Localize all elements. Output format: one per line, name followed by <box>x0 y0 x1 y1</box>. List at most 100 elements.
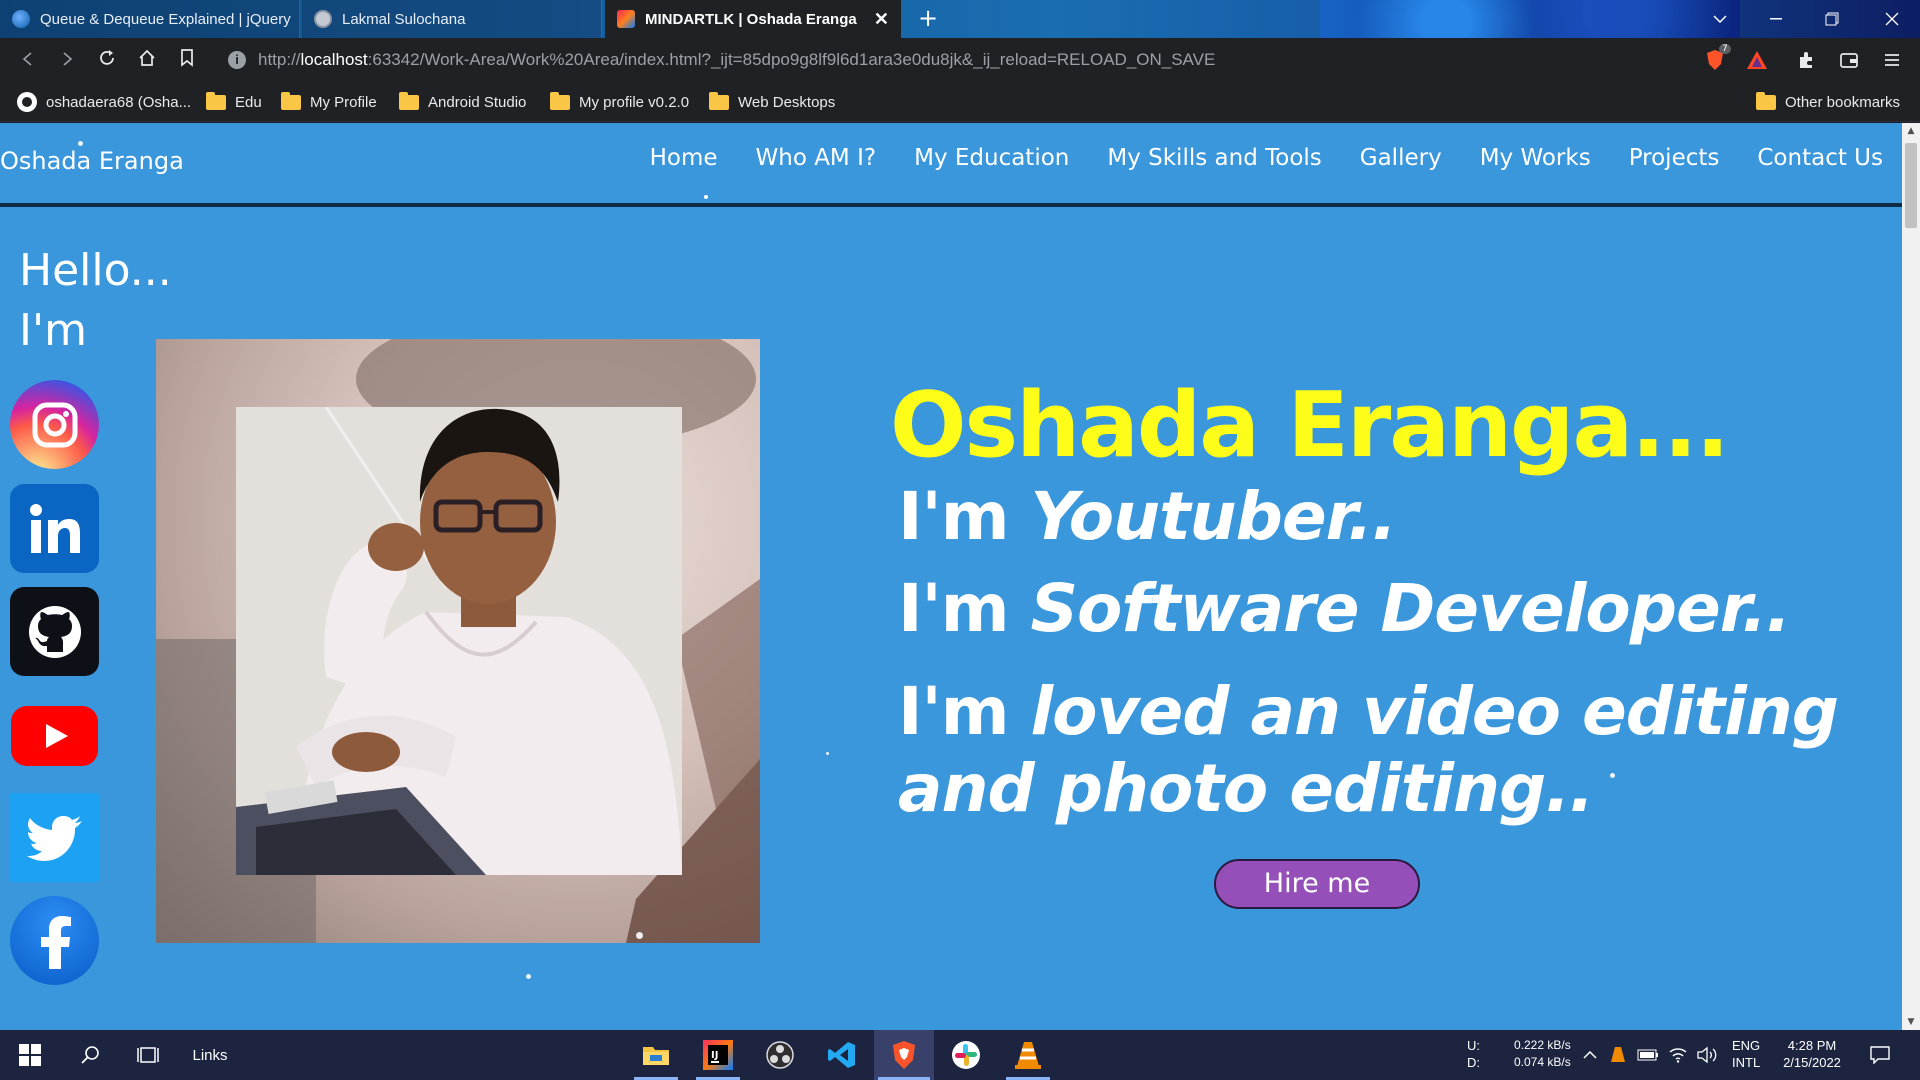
folder-icon <box>550 91 570 110</box>
back-button[interactable] <box>14 46 42 74</box>
browser-tab-mindartlk[interactable]: MINDARTLK | Oshada Eranga ✕ <box>605 0 901 38</box>
bookmark-label: My Profile <box>310 93 377 111</box>
wifi-icon[interactable] <box>1666 1030 1690 1080</box>
folder-icon <box>281 91 301 110</box>
slack-icon[interactable] <box>936 1030 996 1080</box>
brave-shields-icon[interactable]: 7 <box>1703 44 1731 72</box>
upload-label: U: <box>1467 1038 1480 1053</box>
clock[interactable]: 4:28 PM 2/15/2022 <box>1776 1037 1848 1071</box>
intellij-favicon-icon <box>617 10 635 28</box>
nav-link-home[interactable]: Home <box>631 145 737 171</box>
clock-date: 2/15/2022 <box>1783 1055 1841 1070</box>
download-label: D: <box>1467 1055 1480 1070</box>
instagram-icon[interactable] <box>10 380 99 469</box>
volume-icon[interactable] <box>1694 1030 1720 1080</box>
notification-center-icon[interactable] <box>1860 1030 1900 1080</box>
vs-code-icon[interactable] <box>812 1030 872 1080</box>
links-toolbar[interactable]: Links <box>180 1030 240 1080</box>
language-code: ENG <box>1732 1038 1761 1053</box>
particle-dot <box>1610 773 1615 778</box>
tagline-video-editing: I'm loved an video editing <box>898 673 1839 750</box>
nav-link-who-am-i[interactable]: Who AM I? <box>737 145 896 171</box>
browser-tab-bar: Queue & Dequeue Explained | jQuery Lakma… <box>0 0 1920 38</box>
forward-button[interactable] <box>53 46 81 74</box>
intellij-idea-icon[interactable]: IJ <box>688 1030 748 1080</box>
bookmark-button[interactable] <box>173 46 201 74</box>
task-view-icon[interactable] <box>120 1030 176 1080</box>
jquery-favicon-icon <box>12 10 30 28</box>
nav-link-contact-us[interactable]: Contact Us <box>1738 145 1902 171</box>
network-meter-labels: U: D: <box>1467 1037 1480 1071</box>
bookmark-edu[interactable]: Edu <box>206 82 262 122</box>
hello-text-block: Hello... I'm <box>19 241 172 361</box>
url-scheme: http:// <box>258 50 301 69</box>
browser-tab-queue[interactable]: Queue & Dequeue Explained | jQuery <box>0 0 300 38</box>
restore-window-button[interactable] <box>1804 0 1860 38</box>
nav-link-skills-tools[interactable]: My Skills and Tools <box>1088 145 1340 171</box>
url-path: :63342/Work-Area/Work%20Area/index.html?… <box>367 50 1216 69</box>
tab-title: Queue & Dequeue Explained | jQuery <box>40 10 291 28</box>
home-button[interactable] <box>133 46 161 74</box>
active-nav-indicator <box>704 195 708 199</box>
bookmark-github[interactable]: oshadaera68 (Osha... <box>17 82 191 122</box>
minimize-window-button[interactable] <box>1748 0 1804 38</box>
close-tab-icon[interactable]: ✕ <box>874 9 889 30</box>
tagline-emphasis: Software Developer.. <box>1030 570 1792 647</box>
site-brand-link[interactable]: Oshada Eranga <box>0 147 184 175</box>
file-explorer-icon[interactable] <box>626 1030 686 1080</box>
search-icon[interactable] <box>62 1030 118 1080</box>
tab-bar-background-art <box>1320 0 1740 38</box>
reload-button[interactable] <box>93 46 121 74</box>
vlc-player-icon[interactable] <box>998 1030 1058 1080</box>
twitter-icon[interactable] <box>10 793 99 882</box>
brave-rewards-icon[interactable] <box>1745 48 1769 72</box>
bookmark-my-profile[interactable]: My Profile <box>281 82 377 122</box>
bookmark-android-studio[interactable]: Android Studio <box>399 82 526 122</box>
page-scrollbar[interactable]: ▲ ▼ <box>1902 123 1920 1030</box>
windows-taskbar: Links IJ U: D: 0.222 kB/s 0.074 kB/s ENG… <box>0 1030 1920 1080</box>
start-button[interactable] <box>0 1030 60 1080</box>
im-text: I'm <box>19 305 87 356</box>
vlc-tray-icon[interactable] <box>1606 1030 1630 1080</box>
scrollbar-thumb[interactable] <box>1905 143 1917 228</box>
browser-tab-lakmal[interactable]: Lakmal Sulochana <box>302 0 602 38</box>
new-tab-button[interactable]: + <box>915 6 941 32</box>
battery-icon[interactable] <box>1636 1030 1660 1080</box>
hire-me-button[interactable]: Hire me <box>1214 859 1420 909</box>
tagline-prefix: I'm <box>898 478 1031 555</box>
bookmark-web-desktops[interactable]: Web Desktops <box>709 82 835 122</box>
svg-text:IJ: IJ <box>711 1050 718 1061</box>
nav-link-my-education[interactable]: My Education <box>895 145 1088 171</box>
nav-link-gallery[interactable]: Gallery <box>1341 145 1461 171</box>
tab-title: MINDARTLK | Oshada Eranga <box>645 10 857 28</box>
github-icon[interactable] <box>10 587 99 676</box>
nav-link-my-works[interactable]: My Works <box>1461 145 1610 171</box>
particle-dot <box>78 141 83 146</box>
youtube-icon[interactable] <box>10 691 99 780</box>
extensions-icon[interactable] <box>1795 48 1819 72</box>
menu-icon[interactable] <box>1880 48 1904 72</box>
bookmark-my-profile-v020[interactable]: My profile v0.2.0 <box>550 82 689 122</box>
scroll-down-arrow-icon[interactable]: ▼ <box>1902 1014 1920 1030</box>
facebook-icon[interactable] <box>10 896 99 985</box>
bookmarks-bar: oshadaera68 (Osha... Edu My Profile Andr… <box>0 82 1920 122</box>
site-info-icon[interactable]: i <box>228 51 246 69</box>
close-window-button[interactable] <box>1864 0 1920 38</box>
profile-photo <box>156 339 760 943</box>
wallet-icon[interactable] <box>1837 48 1861 72</box>
tagline-prefix: I'm <box>898 570 1031 647</box>
obs-studio-icon[interactable] <box>750 1030 810 1080</box>
nav-link-projects[interactable]: Projects <box>1610 145 1739 171</box>
brave-browser-icon[interactable] <box>874 1030 934 1080</box>
bookmark-label: Web Desktops <box>738 93 836 111</box>
chevron-up-icon[interactable] <box>1578 1030 1602 1080</box>
input-language[interactable]: ENG INTL <box>1732 1037 1760 1071</box>
tagline-prefix: I'm <box>898 673 1031 750</box>
other-bookmarks[interactable]: Other bookmarks <box>1756 82 1900 122</box>
scroll-up-arrow-icon[interactable]: ▲ <box>1902 123 1920 139</box>
address-bar[interactable]: i http://localhost:63342/Work-Area/Work%… <box>218 43 1693 77</box>
bookmark-label: Android Studio <box>428 93 527 111</box>
linkedin-icon[interactable] <box>10 484 99 573</box>
tab-search-chevron-icon[interactable] <box>1692 0 1748 38</box>
site-nav-links: Home Who AM I? My Education My Skills an… <box>631 145 1902 171</box>
